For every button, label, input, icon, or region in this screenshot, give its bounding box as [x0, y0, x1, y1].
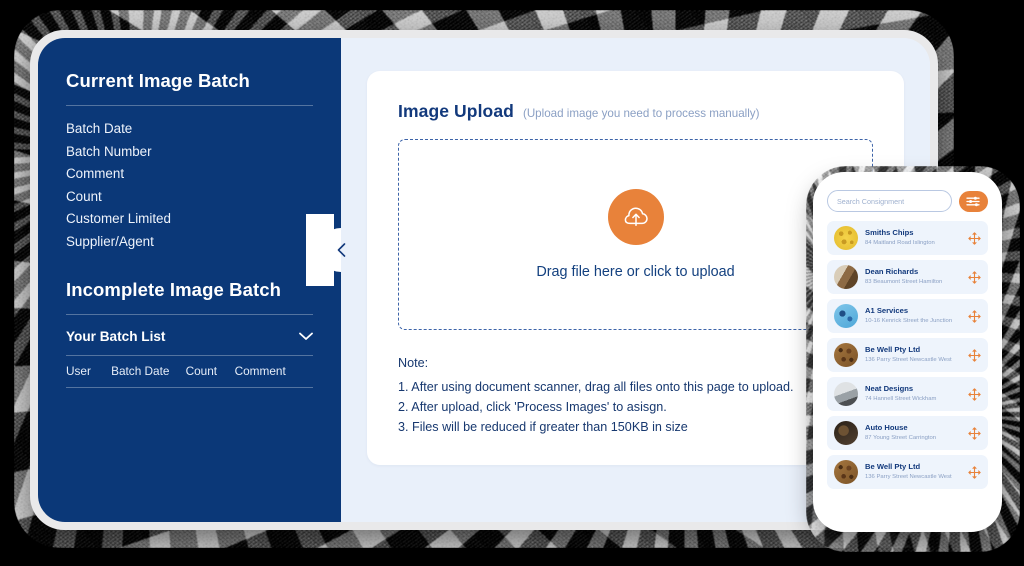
move-arrows-icon[interactable] [968, 426, 981, 440]
list-item[interactable]: Be Well Pty Ltd 136 Parry Street Newcast… [827, 455, 988, 489]
note-line-1: 1. After using document scanner, drag al… [398, 380, 794, 394]
note-line-2: 2. After upload, click 'Process Images' … [398, 400, 667, 414]
list-item-name: Be Well Pty Ltd [865, 345, 921, 354]
list-item-name: Be Well Pty Ltd [865, 462, 921, 471]
upload-badge [607, 189, 664, 245]
list-item[interactable]: Dean Richards 83 Beaumont Street Hamilto… [827, 260, 988, 294]
sidebar: Current Image Batch Batch Date Batch Num… [38, 38, 363, 522]
move-arrows-icon[interactable] [968, 465, 981, 479]
list-item-text: Dean Richards 83 Beaumont Street Hamilto… [865, 267, 961, 287]
phone-device-frame: Smiths Chips 84 Maitland Road Islington … [813, 172, 1002, 532]
move-arrows-icon[interactable] [968, 270, 981, 284]
sidebar-field-comment: Comment [66, 166, 125, 181]
filter-button[interactable] [959, 190, 988, 212]
sidebar-field-batch-number: Batch Number [66, 143, 152, 159]
avatar [834, 265, 858, 289]
list-item-address: 83 Beaumont Street Hamilton [865, 279, 943, 285]
screenshot-stage: Current Image Batch Batch Date Batch Num… [0, 0, 1024, 566]
card-header: Image Upload (Upload image you need to p… [398, 101, 873, 122]
batch-list-label: Your Batch List [66, 329, 166, 344]
list-item-text: Smiths Chips 84 Maitland Road Islington [865, 228, 961, 248]
move-arrows-icon[interactable] [968, 309, 981, 323]
page-subtitle: (Upload image you need to process manual… [522, 107, 760, 120]
avatar [834, 304, 858, 328]
chevron-down-icon [299, 332, 313, 340]
list-item-name: A1 Services [865, 306, 909, 315]
phone-screen: Smiths Chips 84 Maitland Road Islington … [820, 181, 995, 523]
list-item-address: 74 Hannell Street Wickham [865, 396, 937, 402]
consignment-list: Smiths Chips 84 Maitland Road Islington … [827, 221, 988, 489]
phone-search-row [827, 190, 988, 212]
list-item-text: Auto House 87 Young Street Carrington [865, 423, 961, 443]
list-item[interactable]: Smiths Chips 84 Maitland Road Islington [827, 221, 988, 255]
sidebar-field-batch-date: Batch Date [66, 121, 133, 136]
current-batch-field-list: Batch Date Batch Number Comment Count Cu… [66, 118, 313, 253]
sidebar-field-count: Count [66, 188, 102, 204]
list-item[interactable]: Neat Designs 74 Hannell Street Wickham [827, 377, 988, 411]
list-item-text: A1 Services 10-16 Kenrick Street the Jun… [865, 306, 961, 326]
batch-table-header: User Batch Date Count Comment [66, 356, 313, 387]
search-input[interactable] [827, 190, 952, 212]
avatar [834, 382, 858, 406]
list-item-name: Neat Designs [865, 384, 914, 393]
note-label: Note: [398, 356, 429, 370]
column-header-user: User [66, 364, 91, 378]
avatar [834, 226, 858, 250]
list-item[interactable]: Auto House 87 Young Street Carrington [827, 416, 988, 450]
file-dropzone[interactable]: Drag file here or click to upload [398, 139, 873, 330]
note-line-3: 3. Files will be reduced if greater than… [398, 420, 688, 434]
list-item-text: Be Well Pty Ltd 136 Parry Street Newcast… [865, 345, 961, 365]
move-arrows-icon[interactable] [968, 348, 981, 362]
sidebar-divider-1 [66, 105, 313, 106]
sidebar-field-supplier-agent: Supplier/Agent [66, 233, 154, 249]
page-title: Image Upload [398, 101, 514, 121]
list-item-address: 10-16 Kenrick Street the Junction [865, 318, 953, 324]
current-image-batch-title: Current Image Batch [66, 70, 250, 91]
avatar [834, 460, 858, 484]
chevron-left-icon [337, 243, 345, 257]
list-item-name: Auto House [865, 423, 908, 432]
list-item-address: 84 Maitland Road Islington [865, 240, 935, 246]
sidebar-divider-2 [66, 314, 313, 315]
list-item-text: Be Well Pty Ltd 136 Parry Street Newcast… [865, 462, 961, 482]
dropzone-label: Drag file here or click to upload [536, 264, 735, 280]
tablet-screen: Current Image Batch Batch Date Batch Num… [38, 38, 930, 522]
list-item-address: 87 Young Street Carrington [865, 435, 937, 441]
list-item-name: Dean Richards [865, 267, 919, 276]
list-item-name: Smiths Chips [865, 228, 914, 237]
filter-sliders-icon [966, 196, 980, 206]
list-item[interactable]: Be Well Pty Ltd 136 Parry Street Newcast… [827, 338, 988, 372]
sidebar-divider-4 [66, 387, 313, 388]
column-header-batch-date: Batch Date [111, 364, 170, 378]
batch-list-dropdown[interactable]: Your Batch List [66, 327, 313, 355]
incomplete-image-batch-title: Incomplete Image Batch [66, 279, 282, 300]
sidebar-field-customer-limited: Customer Limited [66, 211, 171, 226]
list-item-address: 136 Parry Street Newcastle West [865, 357, 952, 363]
move-arrows-icon[interactable] [968, 231, 981, 245]
list-item-address: 136 Parry Street Newcastle West [865, 474, 952, 480]
tablet-device-frame: Current Image Batch Batch Date Batch Num… [30, 30, 938, 530]
note-block: Note: 1. After using document scanner, d… [398, 356, 873, 437]
avatar [834, 421, 858, 445]
list-item[interactable]: A1 Services 10-16 Kenrick Street the Jun… [827, 299, 988, 333]
move-arrows-icon[interactable] [968, 387, 981, 401]
avatar [834, 343, 858, 367]
list-item-text: Neat Designs 74 Hannell Street Wickham [865, 384, 961, 404]
column-header-comment: Comment [234, 364, 286, 378]
cloud-upload-icon [624, 207, 648, 226]
column-header-count: Count [185, 364, 218, 378]
